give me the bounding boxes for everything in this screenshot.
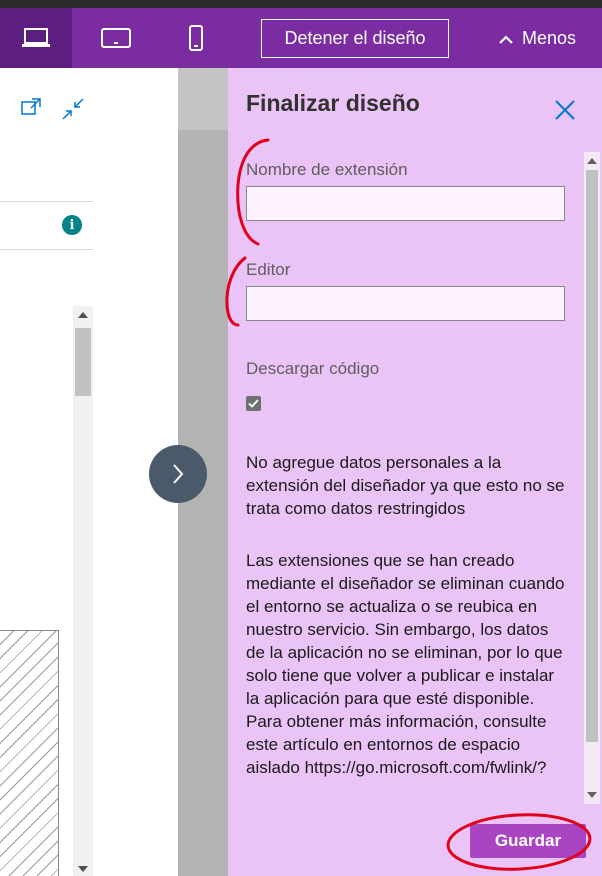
panel-title: Finalizar diseño <box>246 90 420 116</box>
extension-name-label: Nombre de extensión <box>246 160 408 179</box>
download-code-label: Descargar código <box>246 359 380 378</box>
phone-icon <box>189 25 203 51</box>
preview-divider <box>0 201 93 202</box>
info-icon[interactable]: i <box>62 215 82 235</box>
expand-panel-button[interactable] <box>149 445 207 503</box>
publisher-label: Editor <box>246 260 291 279</box>
scroll-thumb[interactable] <box>586 170 598 742</box>
extension-name-input[interactable] <box>246 186 565 221</box>
desktop-view-button[interactable] <box>0 8 72 68</box>
placeholder-hatched-area <box>0 630 59 876</box>
scroll-down-icon[interactable] <box>78 866 88 872</box>
download-code-checkbox[interactable] <box>246 396 261 411</box>
tablet-icon <box>101 28 131 48</box>
less-button[interactable]: Menos <box>498 19 576 58</box>
panel-scrollbar[interactable] <box>584 152 600 804</box>
designer-toolbar: Detener el diseño Menos <box>0 8 602 68</box>
finalize-design-panel: Finalizar diseño Nombre de extensión Edi… <box>228 68 602 876</box>
collapse-icon[interactable] <box>62 98 84 120</box>
checkmark-icon <box>248 399 259 408</box>
less-label: Menos <box>522 28 577 48</box>
phone-view-button[interactable] <box>160 8 232 68</box>
personal-data-note: No agregue datos personales a la extensi… <box>246 453 565 518</box>
stop-design-button[interactable]: Detener el diseño <box>261 19 449 58</box>
desktop-icon <box>22 28 50 47</box>
scroll-up-icon[interactable] <box>587 158 597 164</box>
preview-scrollbar[interactable] <box>73 306 93 876</box>
publisher-input[interactable] <box>246 286 565 321</box>
scroll-up-icon[interactable] <box>78 312 88 318</box>
extensions-info-note: Las extensiones que se han creado median… <box>246 551 565 777</box>
dim-overlay-top <box>178 68 228 130</box>
window-top-strip <box>0 0 602 8</box>
scroll-down-icon[interactable] <box>587 792 597 798</box>
save-button[interactable]: Guardar <box>470 824 586 858</box>
popout-icon[interactable] <box>21 98 41 116</box>
tablet-view-button[interactable] <box>80 8 152 68</box>
close-icon[interactable] <box>553 98 577 122</box>
chevron-right-icon <box>173 464 184 484</box>
preview-divider <box>0 249 93 250</box>
scroll-thumb[interactable] <box>75 328 91 396</box>
chevron-up-icon <box>499 34 513 44</box>
